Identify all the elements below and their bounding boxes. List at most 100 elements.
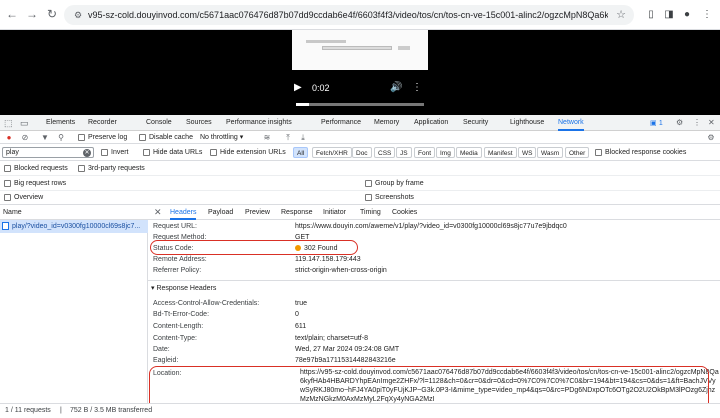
header-value: https://www.douyin.com/aweme/v1/play/?vi…: [295, 223, 567, 230]
group-by-frame-checkbox[interactable]: [365, 180, 372, 187]
blocked-requests-checkbox[interactable]: [4, 165, 11, 172]
request-name[interactable]: play/?video_id=v0300fg10000cl69s8jc7...: [12, 220, 146, 233]
bookmark-star-icon[interactable]: ☆: [616, 8, 626, 22]
type-filter-wasm[interactable]: Wasm: [537, 147, 564, 158]
header-value: true: [295, 300, 308, 307]
filter-input-value[interactable]: play: [6, 148, 19, 158]
request-list: Name play/?video_id=v0300fg10000cl69s8jc…: [0, 205, 148, 403]
forward-icon[interactable]: →: [24, 6, 40, 22]
device-toolbar-icon[interactable]: ▭: [20, 115, 29, 131]
close-detail-icon[interactable]: ✕: [154, 205, 162, 220]
clear-filter-icon[interactable]: ✕: [83, 149, 91, 157]
header-value: Wed, 27 Mar 2024 09:24:08 GMT: [295, 346, 400, 353]
third-party-checkbox[interactable]: [78, 165, 85, 172]
screenshots-checkbox[interactable]: [365, 194, 372, 201]
network-settings-icon[interactable]: ⚙: [706, 132, 716, 143]
close-devtools-icon[interactable]: ✕: [708, 115, 715, 131]
more-tools-icon[interactable]: ⋮: [693, 115, 701, 131]
separator: |: [60, 407, 62, 414]
status-code-highlight: [150, 240, 358, 255]
header-key: Content-Length:: [153, 323, 204, 330]
type-filter-ws[interactable]: WS: [518, 147, 537, 158]
menu-icon[interactable]: ⋮: [700, 8, 714, 22]
reload-icon[interactable]: ↻: [44, 6, 60, 22]
tab-response[interactable]: Response: [281, 205, 313, 220]
network-conditions-icon[interactable]: ≋: [262, 132, 272, 143]
back-icon[interactable]: ←: [4, 6, 20, 22]
video-player[interactable]: ▶ 0:02 🔊 ⋮: [292, 30, 428, 115]
type-filter-media[interactable]: Media: [456, 147, 482, 158]
url-text[interactable]: v95-sz-cold.douyinvod.com/c5671aac076476…: [88, 9, 608, 21]
video-seek-bar[interactable]: [296, 103, 424, 106]
tab-recorder[interactable]: Recorder: [88, 115, 117, 131]
clear-icon[interactable]: ⊘: [20, 132, 30, 143]
volume-icon[interactable]: 🔊: [390, 82, 402, 93]
header-value: text/plain; charset=utf-8: [295, 335, 368, 342]
type-filter-all[interactable]: All: [293, 147, 309, 158]
tab-payload[interactable]: Payload: [208, 205, 233, 220]
request-list-header[interactable]: Name: [0, 205, 148, 220]
tab-application[interactable]: Application: [414, 115, 448, 131]
preserve-log-checkbox[interactable]: [78, 134, 85, 141]
request-row[interactable]: play/?video_id=v0300fg10000cl69s8jc7...: [0, 220, 148, 233]
throttling-select[interactable]: No throttling ▾: [200, 132, 243, 143]
tab-timing[interactable]: Timing: [360, 205, 381, 220]
record-icon[interactable]: ●: [4, 132, 14, 143]
play-icon[interactable]: ▶: [294, 82, 302, 93]
tab-cookies[interactable]: Cookies: [392, 205, 417, 220]
search-icon[interactable]: ⚲: [56, 132, 66, 143]
tab-performance[interactable]: Performance: [321, 115, 361, 131]
response-headers-toggle[interactable]: ▾ Response Headers: [151, 283, 216, 295]
site-info-icon[interactable]: ⚙: [72, 9, 84, 21]
tab-network[interactable]: Network: [558, 115, 584, 131]
hide-data-urls-checkbox[interactable]: [143, 149, 150, 156]
name-column-header[interactable]: Name: [3, 205, 22, 220]
type-filter-js[interactable]: JS: [396, 147, 412, 158]
import-har-icon[interactable]: ⤒: [283, 132, 293, 143]
header-value: 0: [295, 311, 299, 318]
tab-sources[interactable]: Sources: [186, 115, 212, 131]
side-panel-icon[interactable]: ◨: [662, 8, 676, 22]
type-filter-other[interactable]: Other: [565, 147, 590, 158]
filter-icon[interactable]: ▼: [40, 132, 50, 143]
tab-preview[interactable]: Preview: [245, 205, 270, 220]
disable-cache-checkbox[interactable]: [139, 134, 146, 141]
tab-console[interactable]: Console: [146, 115, 172, 131]
overview-checkbox[interactable]: [4, 194, 11, 201]
type-filter-css[interactable]: CSS: [374, 147, 396, 158]
tab-security[interactable]: Security: [463, 115, 488, 131]
invert-checkbox[interactable]: [101, 149, 108, 156]
tab-elements[interactable]: Elements: [46, 115, 75, 131]
big-request-rows-checkbox[interactable]: [4, 180, 11, 187]
type-filter-font[interactable]: Font: [414, 147, 436, 158]
type-filter-doc[interactable]: Doc: [352, 147, 372, 158]
tab-performance-insights[interactable]: Performance insights: [226, 115, 292, 131]
reading-list-icon[interactable]: ▯: [644, 8, 658, 22]
inspect-icon[interactable]: ⬚: [4, 115, 13, 131]
disable-cache-label: Disable cache: [149, 134, 193, 141]
type-filter-fetch-xhr[interactable]: Fetch/XHR: [312, 147, 352, 158]
tab-lighthouse[interactable]: Lighthouse: [510, 115, 544, 131]
general-request-url: Request URL: https://www.douyin.com/awem…: [153, 221, 713, 232]
more-options-icon[interactable]: ⋮: [412, 82, 422, 93]
issues-icon: ▣: [650, 120, 657, 127]
header-key: Content-Type:: [153, 335, 197, 342]
invert-label: Invert: [111, 149, 129, 156]
tab-initiator[interactable]: Initiator: [323, 205, 346, 220]
type-filter-img[interactable]: Img: [436, 147, 455, 158]
options-row-3: Overview Screenshots: [0, 190, 720, 205]
filter-input[interactable]: play ✕: [2, 147, 94, 158]
address-bar[interactable]: ⚙ v95-sz-cold.douyinvod.com/c5671aac0764…: [64, 5, 634, 25]
hide-extension-urls-checkbox[interactable]: [210, 149, 217, 156]
video-frame: [292, 30, 428, 70]
profile-icon[interactable]: ●: [680, 8, 694, 22]
browser-toolbar: ← → ↻ ⚙ v95-sz-cold.douyinvod.com/c5671a…: [0, 0, 720, 30]
tab-memory[interactable]: Memory: [374, 115, 399, 131]
third-party-label: 3rd-party requests: [88, 165, 145, 172]
tab-headers[interactable]: Headers: [170, 205, 197, 220]
issues-badge[interactable]: ▣ 1: [650, 115, 663, 131]
export-har-icon[interactable]: ⤓: [298, 132, 308, 143]
type-filter-manifest[interactable]: Manifest: [484, 147, 517, 158]
blocked-response-cookies-checkbox[interactable]: [595, 149, 602, 156]
settings-gear-icon[interactable]: ⚙: [676, 115, 683, 131]
